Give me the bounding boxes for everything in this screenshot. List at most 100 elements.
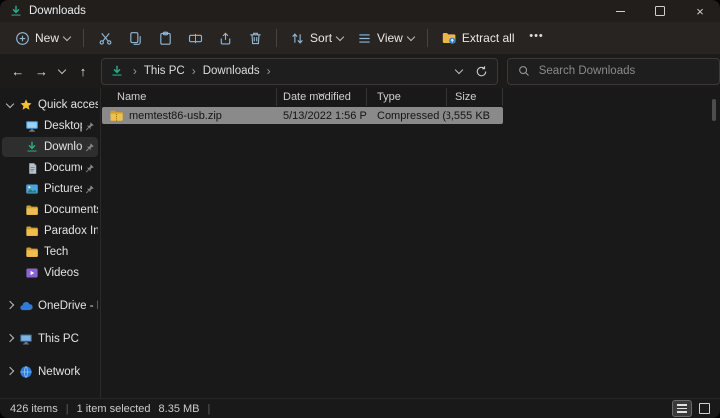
address-bar[interactable]: › This PC › Downloads › [100,57,498,85]
pin-icon [82,121,96,132]
address-dropdown-button[interactable] [449,65,469,74]
file-row-memtest86-usb-zip[interactable]: memtest86-usb.zip 5/13/2022 1:56 PM Compre… [102,107,503,124]
view-button-label: View [377,31,403,45]
sidebar-item-label: Tech [44,246,69,258]
breadcrumb-separator: › [266,64,271,78]
close-button[interactable]: × [680,0,720,22]
sort-button-label: Sort [310,31,333,45]
folder-icon [24,202,40,218]
large-icons-view-icon [698,403,710,414]
breadcrumb-item-downloads[interactable]: Downloads [201,63,262,79]
sidebar-item-label: Network [38,366,81,378]
new-button[interactable]: New [8,25,77,51]
vertical-scrollbar[interactable] [712,99,716,121]
sidebar-item-downloads[interactable]: Downloads [2,137,98,157]
sidebar-item-network[interactable]: Network [2,362,98,382]
sidebar-item-label: Documents [44,204,98,216]
search-icon [518,65,530,77]
chevron-right-icon[interactable] [2,333,18,342]
sidebar-item-label: Pictures [44,183,82,195]
chevron-down-icon[interactable] [2,99,18,108]
sidebar-item-paradox-interactive[interactable]: Paradox Interactive [2,221,98,241]
column-header-name[interactable]: Name [102,88,277,106]
column-header-label: Type [377,91,401,103]
pin-icon [82,163,96,174]
sidebar-item-this-pc[interactable]: This PC [2,329,98,349]
breadcrumb-separator: › [132,64,137,78]
refresh-button[interactable] [469,65,495,78]
large-icons-view-button[interactable] [694,400,714,417]
sort-button[interactable]: Sort [283,25,350,51]
chevron-right-icon[interactable] [2,300,18,309]
minimize-button[interactable] [600,0,640,22]
downloads-icon [24,139,40,155]
sidebar-item-label: OneDrive - Personal [38,300,98,312]
sidebar-item-desktop[interactable]: Desktop [2,116,98,136]
network-icon [18,364,34,380]
pictures-icon [24,181,40,197]
forward-button[interactable]: → [30,59,54,83]
toolbar-separator [83,29,85,47]
cut-button[interactable] [90,25,120,51]
view-button[interactable]: View [350,25,421,51]
sidebar-item-label: Desktop [44,120,82,132]
selection-count: 1 item selected [76,402,151,415]
back-button[interactable]: ← [6,59,30,83]
pin-icon [82,184,96,195]
chevron-down-icon [335,32,345,41]
status-left: 426 items | 1 item selected 8.35 MB | [10,403,210,415]
chevron-down-icon [62,32,72,41]
sidebar-item-videos[interactable]: Videos [2,263,98,283]
maximize-button[interactable] [640,0,680,22]
copy-button[interactable] [120,25,150,51]
sidebar-item-quick-access[interactable]: Quick access [2,95,98,115]
content-area: Quick access Desktop Downloads Documents Pic… [0,88,720,398]
refresh-icon [475,65,488,78]
explorer-window: Downloads × New Sort View Extract all ••… [0,0,720,418]
rename-icon [188,31,203,46]
extract-all-button[interactable]: Extract all [434,25,522,51]
sidebar-item-onedrive-personal[interactable]: OneDrive - Personal [2,296,98,316]
desktop-icon [24,118,40,134]
search-box [506,57,720,85]
paste-icon [158,31,173,46]
address-row: ← → ↑ › This PC › Downloads › [0,54,720,88]
recent-locations-button[interactable] [53,59,71,83]
sidebar-item-pictures[interactable]: Pictures [2,179,98,199]
chevron-right-icon[interactable] [2,366,18,375]
star-icon [18,97,34,113]
sidebar-item-tech[interactable]: Tech [2,242,98,262]
plus-circle-icon [15,31,30,46]
file-cell-name: memtest86-usb.zip [102,107,277,124]
file-cell-date: 5/13/2022 1:56 PM [277,107,367,124]
column-header-size[interactable]: Size [447,88,503,106]
breadcrumb-item-this-pc[interactable]: This PC [142,63,187,79]
toolbar-separator [276,29,278,47]
sidebar-item-documents[interactable]: Documents [2,200,98,220]
pin-icon [82,142,96,153]
sidebar-item-documents[interactable]: Documents [2,158,98,178]
column-header-type[interactable]: Type [367,88,447,106]
more-options-button[interactable]: ••• [522,25,552,51]
sidebar-item-label: This PC [38,333,79,345]
delete-button[interactable] [240,25,270,51]
file-cell-type: Compressed (zipp... [367,107,447,124]
search-input[interactable] [536,64,701,78]
extract-all-label: Extract all [461,31,515,45]
sort-arrows-icon [290,31,305,46]
window-controls: × [600,0,720,22]
minimize-icon [615,10,625,12]
window-title: Downloads [29,5,86,17]
column-header-label: Size [455,91,477,103]
paste-button[interactable] [150,25,180,51]
rename-button[interactable] [180,25,210,51]
status-bar: 426 items | 1 item selected 8.35 MB | [0,398,720,418]
status-separator: | [207,402,211,415]
file-cell-size: 8,555 KB [447,107,503,124]
column-header-date-modified[interactable]: Date modified [277,88,367,106]
details-view-button[interactable] [672,400,692,417]
share-button[interactable] [210,25,240,51]
selection-size: 8.35 MB [158,402,200,415]
up-button[interactable]: ↑ [71,59,95,83]
command-bar: New Sort View Extract all ••• [0,22,720,54]
